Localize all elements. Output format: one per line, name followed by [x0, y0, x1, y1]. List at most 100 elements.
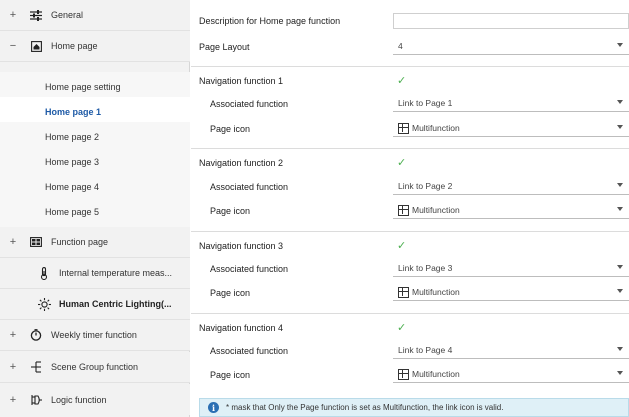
nav-4-page-icon-row: Page icon Multifunction — [191, 364, 629, 385]
page-icon-select[interactable]: Multifunction — [393, 120, 629, 137]
sidebar-item-label: Human Centric Lighting(... — [59, 299, 172, 309]
sidebar-item-home-page-5[interactable]: Home page 5 — [0, 197, 190, 228]
expand-icon[interactable]: + — [6, 329, 20, 341]
sliders-icon — [29, 8, 43, 22]
expand-icon[interactable]: + — [6, 9, 20, 21]
chevron-down-icon — [617, 347, 623, 351]
page-icon-value: Multifunction — [412, 287, 460, 297]
nav-function-title: Navigation function 4 — [199, 322, 284, 333]
sidebar-item-label: Logic function — [51, 394, 107, 405]
checkmark-icon: ✓ — [397, 157, 407, 169]
page-icon-value: Multifunction — [412, 205, 460, 215]
checkmark-icon: ✓ — [397, 75, 407, 87]
sidebar-item-label: Home page 3 — [45, 157, 100, 167]
associated-function-select[interactable]: Link to Page 3 — [393, 260, 629, 277]
sidebar-item-weekly-timer[interactable]: + Weekly timer function — [0, 320, 190, 351]
sidebar-item-label: Function page — [51, 237, 109, 247]
sidebar-item-label: Home page 4 — [45, 182, 100, 192]
checkmark-icon: ✓ — [397, 322, 407, 334]
page-icon-label: Page icon — [210, 369, 251, 380]
page-layout-row: Page Layout 4 — [191, 36, 629, 57]
nav-function-4-row: Navigation function 4 ✓ — [191, 317, 629, 338]
associated-function-label: Associated function — [210, 345, 289, 356]
info-note: i * mask that Only the Page function is … — [199, 398, 629, 417]
multifunction-icon — [398, 368, 409, 380]
sidebar-item-internal-temperature[interactable]: Internal temperature meas... — [0, 258, 190, 289]
page-icon-value: Multifunction — [412, 123, 460, 133]
sidebar-item-home-page[interactable]: − Home page — [0, 31, 190, 62]
associated-function-value: Link to Page 3 — [398, 263, 453, 273]
home-icon — [29, 39, 43, 53]
chevron-down-icon — [617, 183, 623, 187]
expand-icon[interactable]: + — [6, 394, 20, 406]
nav-function-1-checkbox[interactable]: ✓ — [393, 72, 629, 89]
associated-function-label: Associated function — [210, 181, 289, 192]
sidebar-item-label: Home page 1 — [45, 107, 102, 117]
scene-icon — [29, 360, 43, 374]
divider — [191, 148, 629, 149]
nav-function-3-row: Navigation function 3 ✓ — [191, 235, 629, 256]
page-icon-label: Page icon — [210, 123, 251, 134]
sidebar-item-label: Home page — [51, 41, 98, 51]
chevron-down-icon — [617, 100, 623, 104]
multifunction-icon — [398, 122, 409, 134]
chevron-down-icon — [617, 371, 623, 375]
nav-2-associated-row: Associated function Link to Page 2 — [191, 176, 629, 197]
chevron-down-icon — [617, 207, 623, 211]
page-icon-select[interactable]: Multifunction — [393, 202, 629, 219]
page-icon-select[interactable]: Multifunction — [393, 366, 629, 383]
chevron-down-icon — [617, 125, 623, 129]
page-icon-label: Page icon — [210, 205, 251, 216]
checkmark-icon: ✓ — [397, 240, 407, 252]
description-input[interactable] — [393, 12, 629, 29]
sun-icon — [37, 297, 51, 311]
nav-function-4-checkbox[interactable]: ✓ — [393, 319, 629, 336]
nav-1-associated-row: Associated function Link to Page 1 — [191, 93, 629, 114]
associated-function-select[interactable]: Link to Page 2 — [393, 178, 629, 195]
expand-icon[interactable]: + — [6, 361, 20, 373]
chevron-down-icon — [617, 289, 623, 293]
description-label: Description for Home page function — [199, 15, 341, 26]
divider — [191, 231, 629, 232]
page-layout-label: Page Layout — [199, 41, 250, 52]
nav-2-page-icon-row: Page icon Multifunction — [191, 200, 629, 221]
sidebar-item-human-centric-lighting[interactable]: Human Centric Lighting(... — [0, 289, 190, 320]
sidebar-item-label: Home page 5 — [45, 207, 100, 217]
nav-3-associated-row: Associated function Link to Page 3 — [191, 258, 629, 279]
associated-function-value: Link to Page 2 — [398, 181, 453, 191]
page-layout-select[interactable]: 4 — [393, 38, 629, 55]
nav-function-2-row: Navigation function 2 ✓ — [191, 152, 629, 173]
sidebar-item-label: Weekly timer function — [51, 330, 137, 340]
page-icon-label: Page icon — [210, 287, 251, 298]
nav-function-2-checkbox[interactable]: ✓ — [393, 154, 629, 171]
nav-function-title: Navigation function 1 — [199, 75, 284, 86]
associated-function-value: Link to Page 1 — [398, 98, 453, 108]
divider — [191, 313, 629, 314]
divider — [191, 66, 629, 67]
page-icon-select[interactable]: Multifunction — [393, 284, 629, 301]
timer-icon — [29, 328, 43, 342]
nav-4-associated-row: Associated function Link to Page 4 — [191, 340, 629, 361]
expand-icon[interactable]: + — [6, 236, 20, 248]
associated-function-label: Associated function — [210, 263, 289, 274]
logic-icon — [29, 393, 43, 407]
sidebar-item-label: Internal temperature meas... — [59, 268, 173, 278]
associated-function-select[interactable]: Link to Page 4 — [393, 342, 629, 359]
sidebar-item-label: Scene Group function — [51, 362, 139, 372]
chevron-down-icon — [617, 43, 623, 47]
chevron-down-icon — [617, 265, 623, 269]
nav-function-title: Navigation function 2 — [199, 157, 284, 168]
sidebar-item-general[interactable]: + General — [0, 0, 190, 31]
sidebar-item-logic-function[interactable]: + Logic function — [0, 384, 190, 415]
nav-function-3-checkbox[interactable]: ✓ — [393, 237, 629, 254]
multifunction-icon — [398, 204, 409, 216]
sidebar-item-function-page[interactable]: + Function page — [0, 227, 190, 258]
parameter-panel: Description for Home page function Page … — [191, 0, 629, 417]
sidebar-item-scene-group[interactable]: + Scene Group function — [0, 352, 190, 383]
sidebar: + General − Home page Home page setting … — [0, 0, 190, 417]
sidebar-item-label: General — [51, 10, 84, 20]
associated-function-select[interactable]: Link to Page 1 — [393, 95, 629, 112]
sidebar-item-label: Home page 2 — [45, 132, 100, 142]
collapse-icon[interactable]: − — [6, 40, 20, 52]
nav-function-1-row: Navigation function 1 ✓ — [191, 70, 629, 91]
